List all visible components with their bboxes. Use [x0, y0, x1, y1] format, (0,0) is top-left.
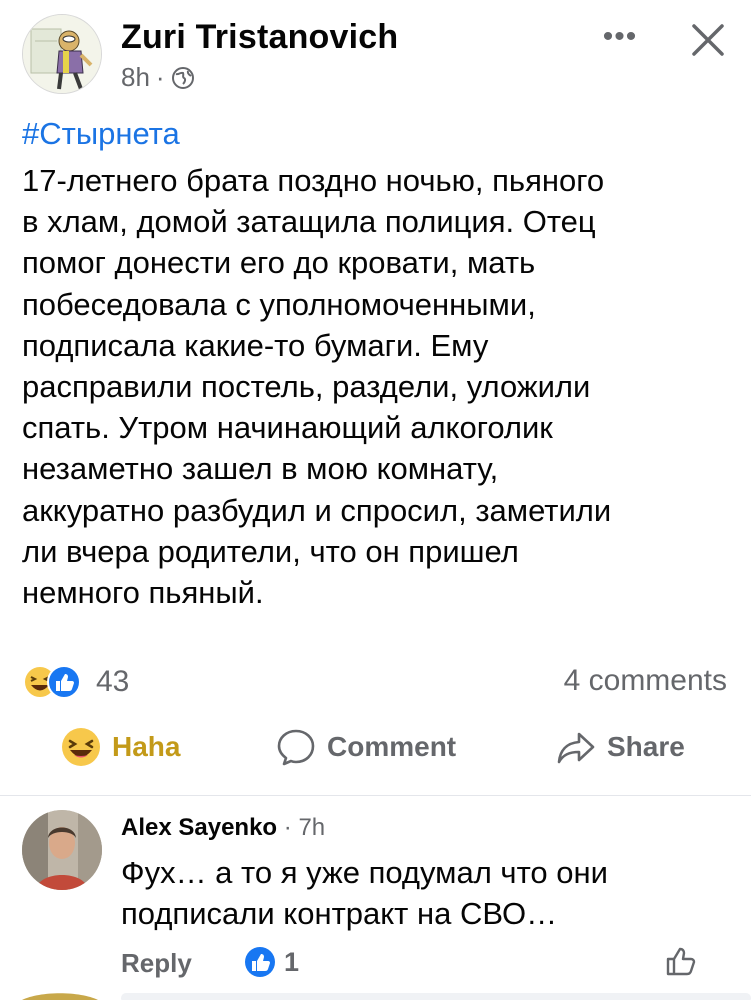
commenter-name-text: Alex Sayenko [121, 814, 278, 841]
comment-like-number: 1 [284, 946, 300, 977]
next-comment-edge [22, 993, 751, 1000]
post-time[interactable]: 8h [121, 62, 150, 93]
comment-separator: · [283, 814, 292, 841]
share-label: Share [607, 731, 685, 762]
thumbs-up-icon[interactable] [664, 944, 698, 978]
like-icon [245, 947, 275, 977]
comment-like-count[interactable]: 1 [244, 946, 299, 978]
haha-icon [62, 728, 100, 766]
meta-separator: · [155, 62, 165, 92]
globe-icon [171, 66, 194, 89]
comment-label: Comment [327, 731, 457, 762]
comment-time: 7h [298, 814, 326, 841]
haha-button[interactable]: Haha [60, 724, 180, 770]
commenter-photo [22, 810, 102, 890]
comment-text: Фух… а то я уже подумал что они подписал… [121, 855, 608, 931]
hashtag-link[interactable]: #Стырнета [22, 116, 180, 152]
divider [0, 795, 751, 796]
reaction-icons [23, 665, 81, 699]
author-avatar[interactable] [22, 14, 102, 94]
reaction-count: 43 [96, 665, 130, 698]
post-meta: 8h · [121, 62, 195, 93]
commenter-name[interactable]: Alex Sayenko · 7h [121, 814, 325, 842]
post-text: 17-летнего брата поздно ночью, пьяного в… [22, 163, 612, 611]
comment-button[interactable]: Comment [275, 724, 456, 770]
avatar-cartoon-image [23, 15, 101, 93]
comment-icon [277, 729, 315, 766]
haha-label: Haha [112, 731, 181, 762]
comments-count[interactable]: 4 comments [564, 664, 727, 698]
reactions-summary[interactable]: 43 [22, 664, 129, 700]
commenter-avatar[interactable] [22, 810, 102, 890]
reply-button[interactable]: Reply [121, 948, 192, 979]
share-icon [557, 732, 595, 764]
more-options-icon[interactable]: ••• [598, 22, 642, 52]
close-icon[interactable] [688, 20, 728, 60]
author-name[interactable]: Zuri Tristanovich [121, 18, 398, 57]
share-button[interactable]: Share [555, 724, 685, 770]
